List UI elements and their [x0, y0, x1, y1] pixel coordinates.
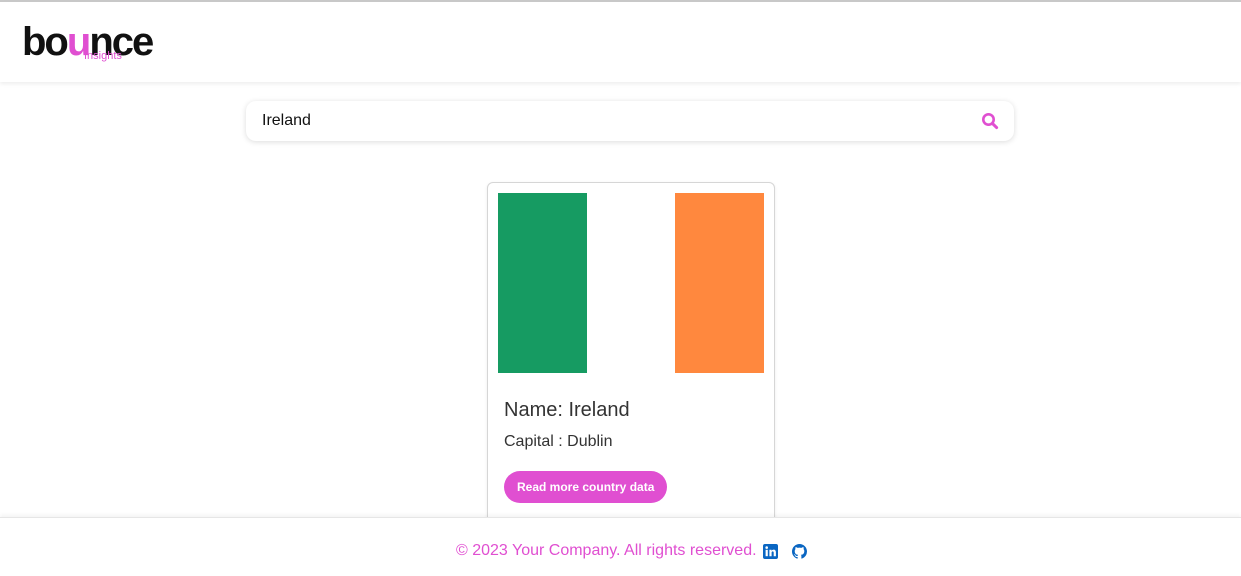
search-button[interactable]	[980, 111, 1000, 131]
search-icon	[982, 113, 999, 130]
github-link[interactable]	[791, 543, 807, 559]
brand-logo[interactable]: bo u nce Insights	[22, 16, 154, 68]
flag-band-green	[498, 193, 587, 373]
search-bar	[246, 101, 1014, 141]
country-name: Name: Ireland	[504, 399, 630, 421]
linkedin-link[interactable]	[762, 543, 778, 559]
country-card: Name: Ireland Capital : Dublin Read more…	[487, 182, 775, 529]
linkedin-icon	[762, 543, 778, 559]
footer: © 2023 Your Company. All rights reserved…	[0, 517, 1241, 576]
country-capital: Capital : Dublin	[504, 433, 613, 450]
read-more-button[interactable]: Read more country data	[504, 471, 668, 503]
country-flag	[498, 193, 765, 373]
flag-band-white	[586, 193, 676, 373]
github-icon	[791, 543, 807, 559]
flag-band-orange	[675, 193, 765, 373]
logo-subtitle: Insights	[84, 50, 122, 62]
logo-text-start: bo	[22, 20, 69, 64]
footer-copyright: © 2023 Your Company. All rights reserved…	[456, 542, 757, 559]
navbar: bo u nce Insights	[0, 2, 1241, 82]
search-input[interactable]	[262, 101, 962, 141]
footer-content: © 2023 Your Company. All rights reserved…	[456, 542, 807, 560]
